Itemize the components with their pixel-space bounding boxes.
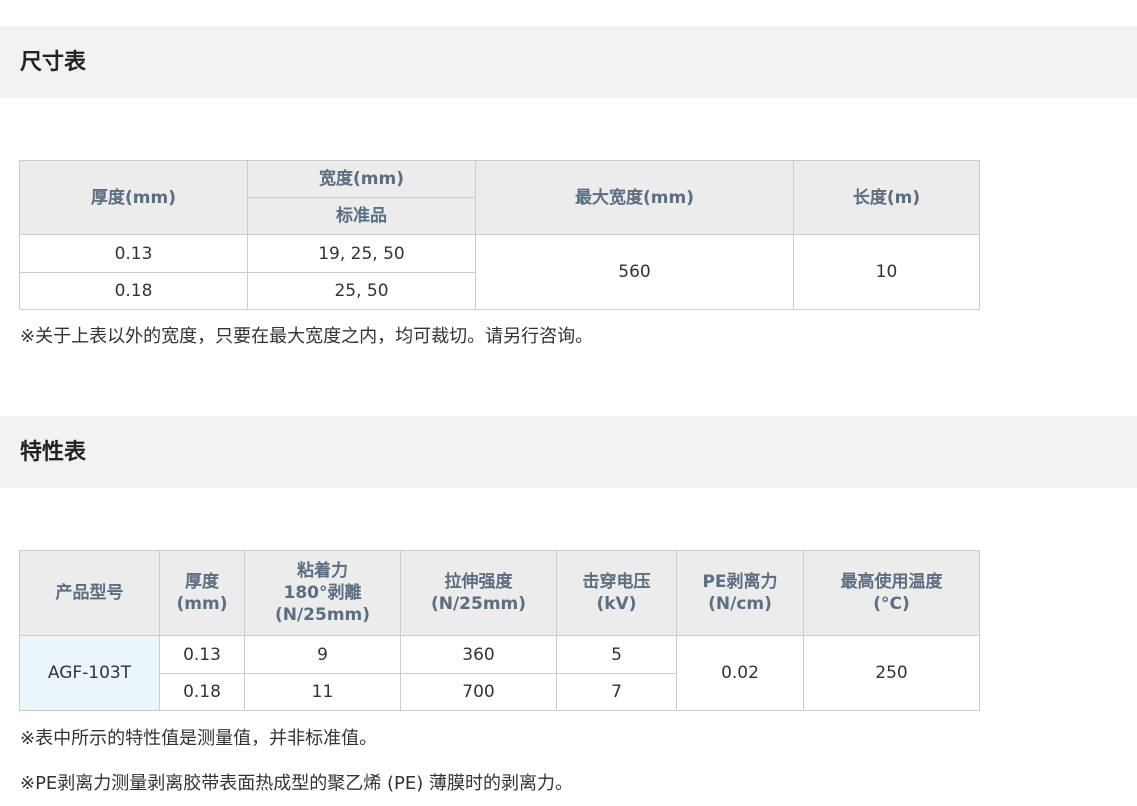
header-thickness: 厚度(mm) [19, 160, 248, 235]
cell-thickness: 0.18 [19, 272, 248, 310]
header-thickness: 厚度 (mm) [159, 550, 245, 636]
cell-length: 10 [793, 234, 980, 310]
header-tensile: 拉伸强度 (N/25mm) [400, 550, 557, 636]
cell-breakdown: 5 [556, 635, 677, 674]
property-note-2: ※PE剥离力测量剥离胶带表面热成型的聚乙烯 (PE) 薄膜时的剥离力。 [20, 773, 574, 794]
cell-width: 19, 25, 50 [247, 234, 476, 273]
size-section-title: 尺寸表 [20, 50, 87, 75]
cell-adhesion: 9 [244, 635, 401, 674]
size-table: 厚度(mm) 宽度(mm) 最大宽度(mm) 长度(m) 标准品 0.13 19… [19, 160, 980, 310]
header-pe-peel: PE剥离力 (N/cm) [676, 550, 804, 636]
table-row: 0.13 19, 25, 50 560 10 [19, 234, 980, 310]
cell-thickness: 0.13 [19, 234, 248, 273]
cell-max-temp: 250 [803, 635, 980, 711]
cell-model: AGF-103T [19, 635, 160, 711]
cell-pe-peel: 0.02 [676, 635, 804, 711]
property-section-header [0, 416, 1137, 488]
cell-thickness: 0.18 [159, 673, 245, 711]
table-row: AGF-103T 0.13 9 360 5 0.02 250 [19, 635, 980, 711]
property-section-title: 特性表 [20, 440, 87, 465]
header-adhesion: 粘着力 180°剥離 (N/25mm) [244, 550, 401, 636]
header-breakdown: 击穿电压 (kV) [556, 550, 677, 636]
cell-breakdown: 7 [556, 673, 677, 711]
property-note-1: ※表中所示的特性值是测量值，并非标准值。 [20, 728, 378, 749]
header-max-temp: 最高使用温度 (°C) [803, 550, 980, 636]
cell-tensile: 360 [400, 635, 557, 674]
property-table: 产品型号 厚度 (mm) 粘着力 180°剥離 (N/25mm) 拉伸强度 (N… [19, 550, 980, 711]
size-section-header [0, 26, 1137, 98]
cell-max-width: 560 [475, 234, 794, 310]
cell-tensile: 700 [400, 673, 557, 711]
header-max-width: 最大宽度(mm) [475, 160, 794, 235]
size-note: ※关于上表以外的宽度，只要在最大宽度之内，均可裁切。请另行咨询。 [20, 326, 594, 347]
header-width-standard: 标准品 [247, 197, 476, 235]
cell-adhesion: 11 [244, 673, 401, 711]
header-model: 产品型号 [19, 550, 160, 636]
header-length: 长度(m) [793, 160, 980, 235]
header-width: 宽度(mm) [247, 160, 476, 198]
cell-width: 25, 50 [247, 272, 476, 310]
cell-thickness: 0.13 [159, 635, 245, 674]
